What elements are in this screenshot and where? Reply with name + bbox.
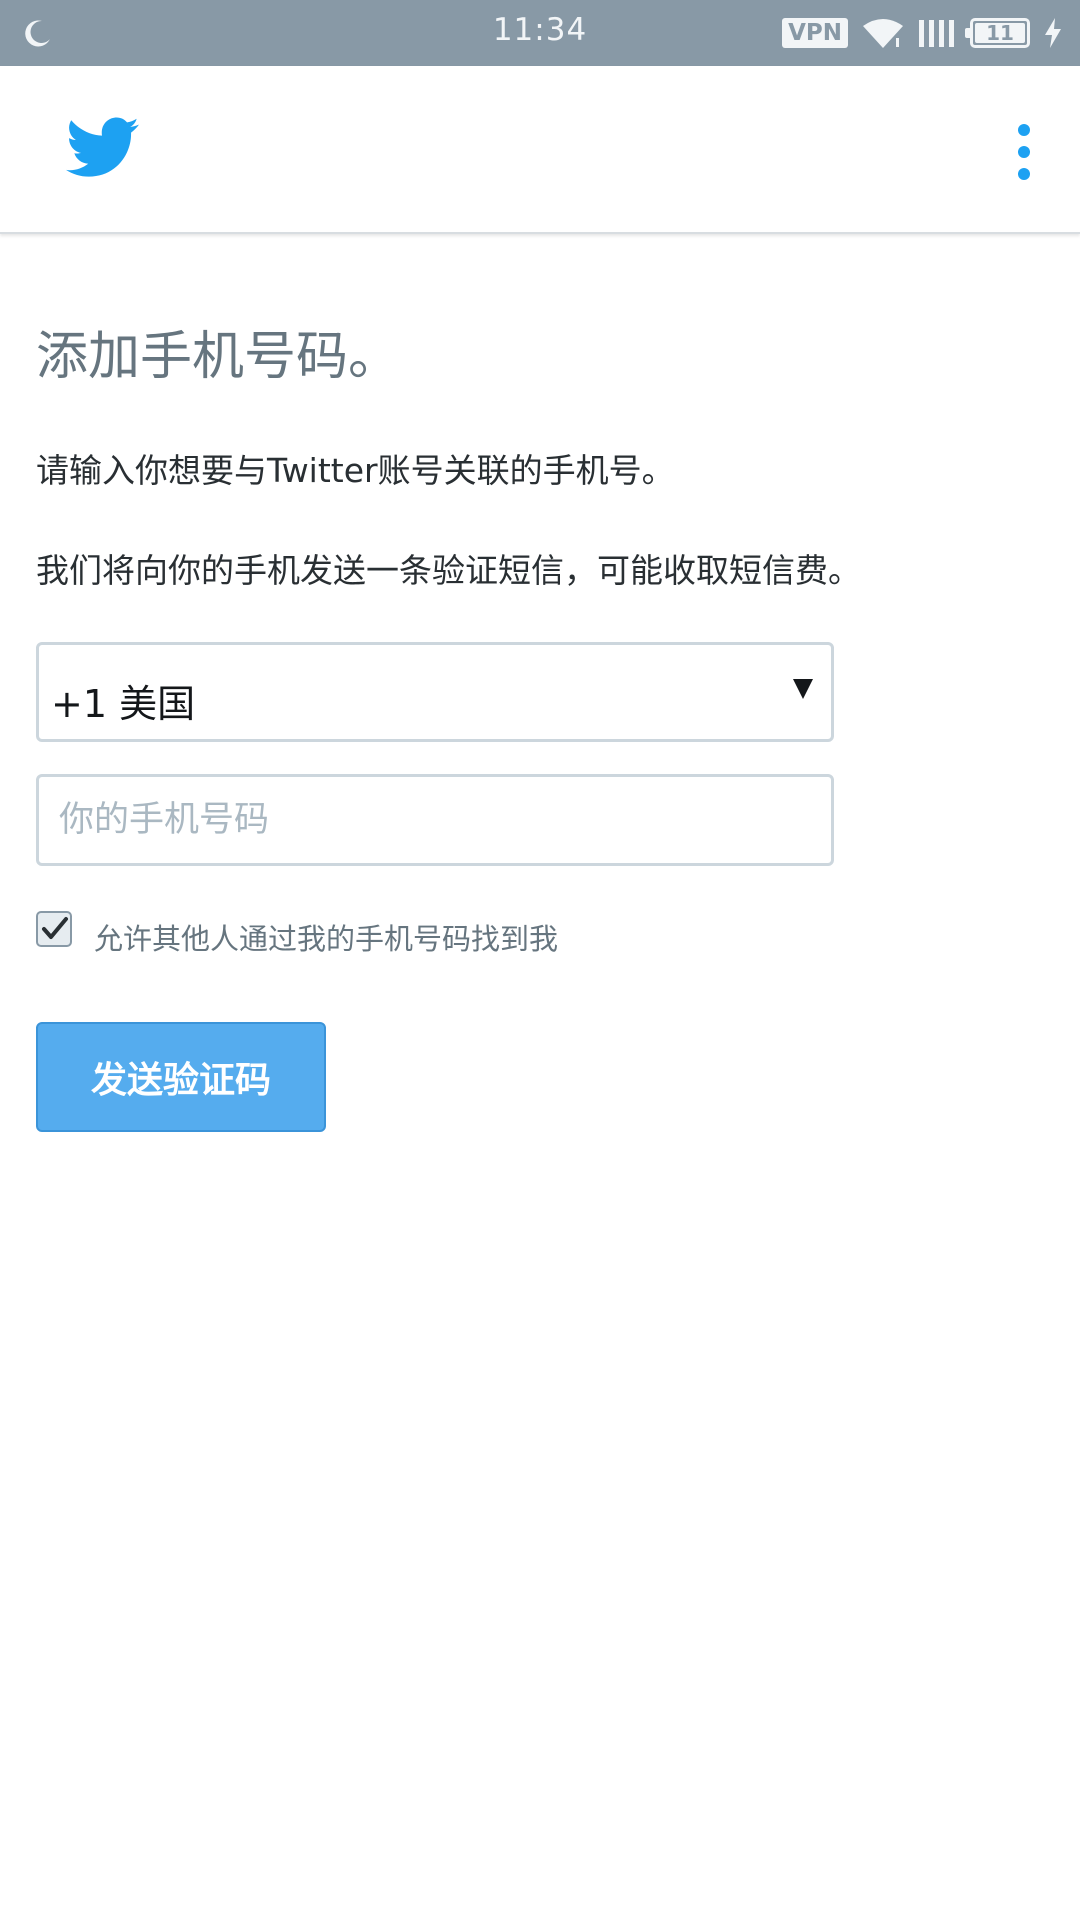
app-bar bbox=[0, 66, 1080, 234]
wifi-icon bbox=[863, 19, 903, 48]
twitter-bird-icon[interactable] bbox=[66, 116, 140, 180]
country-code-select[interactable]: +1 美国 bbox=[36, 642, 834, 742]
dropdown-arrow-icon bbox=[793, 679, 813, 699]
send-code-button[interactable]: 发送验证码 bbox=[36, 1022, 326, 1132]
page-title: 添加手机号码。 bbox=[36, 327, 401, 387]
description-link-phone: 请输入你想要与Twitter账号关联的手机号。 bbox=[36, 451, 675, 490]
status-bar: 11:34 VPN 11 bbox=[0, 0, 1080, 66]
discoverable-label: 允许其他人通过我的手机号码找到我 bbox=[94, 922, 559, 956]
description-sms-fee: 我们将向你的手机发送一条验证短信，可能收取短信费。 bbox=[36, 551, 861, 590]
signal-icon bbox=[919, 20, 954, 47]
charging-icon bbox=[1045, 18, 1061, 48]
battery-level: 11 bbox=[986, 21, 1014, 45]
discoverable-checkbox[interactable] bbox=[36, 911, 72, 947]
phone-number-input[interactable] bbox=[36, 774, 834, 866]
status-icons: VPN 11 bbox=[782, 14, 1062, 52]
vpn-badge: VPN bbox=[782, 18, 848, 48]
country-code-value: +1 美国 bbox=[51, 682, 196, 726]
more-vertical-icon[interactable] bbox=[1012, 124, 1036, 180]
battery-icon: 11 bbox=[965, 18, 1030, 48]
discoverable-option: 允许其他人通过我的手机号码找到我 bbox=[36, 900, 558, 958]
checkmark-icon bbox=[42, 917, 68, 939]
